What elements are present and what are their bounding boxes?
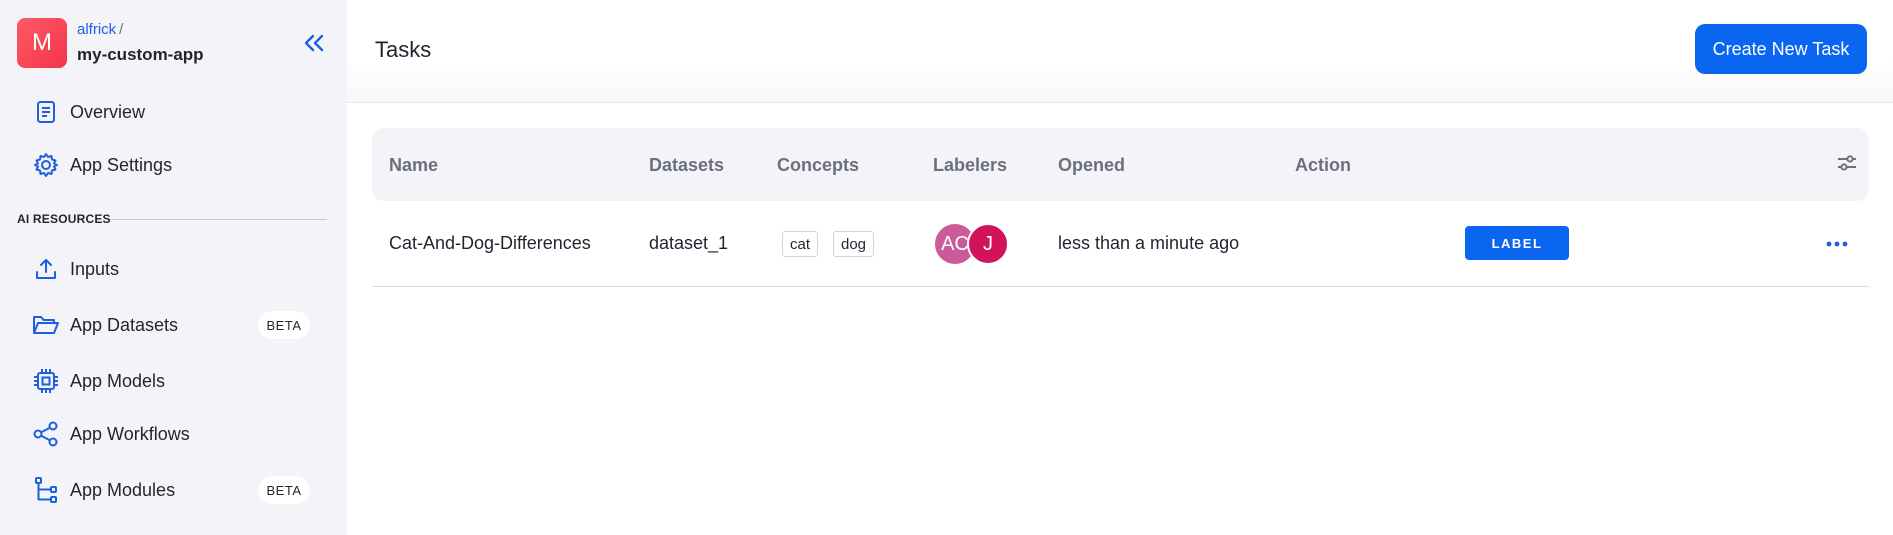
sidebar-item-label: App Modules (70, 479, 176, 500)
task-dataset: dataset_1 (649, 233, 729, 253)
column-header-opened[interactable]: Opened (1058, 155, 1125, 176)
create-new-task-button[interactable]: Create New Task (1695, 24, 1867, 74)
beta-badge: BETA (258, 476, 310, 504)
column-header-datasets[interactable]: Datasets (649, 155, 724, 176)
sliders-icon (1838, 155, 1856, 171)
tree-branch-icon (30, 474, 62, 506)
folder-open-icon (30, 309, 62, 341)
sidebar: M alfrick / my-custom-app Overview App Se… (0, 0, 347, 535)
sidebar-item-label: App Workflows (70, 423, 190, 444)
app-header: M alfrick / my-custom-app (17, 18, 337, 68)
column-header-name[interactable]: Name (389, 155, 438, 176)
main-content: Tasks Create New Task Name Datasets Conc… (347, 0, 1893, 535)
section-label-ai-resources: AI RESOURCES (17, 212, 111, 226)
document-icon (30, 96, 62, 128)
column-settings-button[interactable] (1832, 148, 1862, 178)
opened-time: less than a minute ago (1058, 233, 1240, 253)
sidebar-item-label: App Models (70, 370, 166, 391)
label-button[interactable]: LABEL (1465, 226, 1569, 260)
upload-icon (30, 253, 62, 285)
row-more-button[interactable] (1822, 231, 1852, 257)
sidebar-item-app-settings[interactable]: App Settings (30, 146, 322, 184)
collapse-sidebar-button[interactable] (301, 30, 327, 56)
column-header-labelers[interactable]: Labelers (933, 155, 1007, 176)
sidebar-item-app-modules[interactable]: App Modules BETA (30, 471, 322, 509)
sidebar-item-label: Overview (70, 101, 146, 122)
sidebar-item-inputs[interactable]: Inputs (30, 250, 322, 288)
column-header-concepts[interactable]: Concepts (777, 155, 859, 176)
beta-badge: BETA (258, 311, 310, 339)
sidebar-item-app-models[interactable]: App Models (30, 362, 322, 400)
page-title: Tasks (375, 37, 432, 62)
double-chevron-left-icon (304, 34, 324, 52)
sidebar-item-overview[interactable]: Overview (30, 93, 322, 131)
sidebar-item-app-workflows[interactable]: App Workflows (30, 415, 322, 453)
concept-tag: dog (833, 231, 875, 257)
column-header-action: Action (1295, 155, 1351, 175)
labeler-avatar: J (967, 223, 1009, 265)
table-header: Name Datasets Concepts Labelers Opened A… (372, 128, 1869, 201)
app-name: my-custom-app (77, 45, 204, 64)
sidebar-item-label: Inputs (70, 258, 120, 279)
divider (110, 219, 327, 220)
breadcrumb-separator: / (119, 21, 124, 38)
share-nodes-icon (30, 418, 62, 450)
sidebar-item-label: App Settings (70, 154, 173, 175)
chip-icon (30, 365, 62, 397)
page-header: Tasks Create New Task (347, 0, 1893, 103)
sidebar-item-app-datasets[interactable]: App Datasets BETA (30, 306, 322, 344)
sidebar-item-label: App Datasets (70, 314, 179, 335)
task-name[interactable]: Cat-And-Dog-Differences (389, 233, 591, 254)
table-row[interactable]: Cat-And-Dog-Differences dataset_1 cat do… (372, 201, 1869, 287)
owner-link[interactable]: alfrick (77, 21, 116, 38)
app-avatar[interactable]: M (17, 18, 67, 68)
gear-icon (30, 149, 62, 181)
concept-tag: cat (782, 231, 819, 257)
ellipsis-icon (1826, 241, 1848, 247)
breadcrumb: alfrick / (77, 21, 123, 38)
